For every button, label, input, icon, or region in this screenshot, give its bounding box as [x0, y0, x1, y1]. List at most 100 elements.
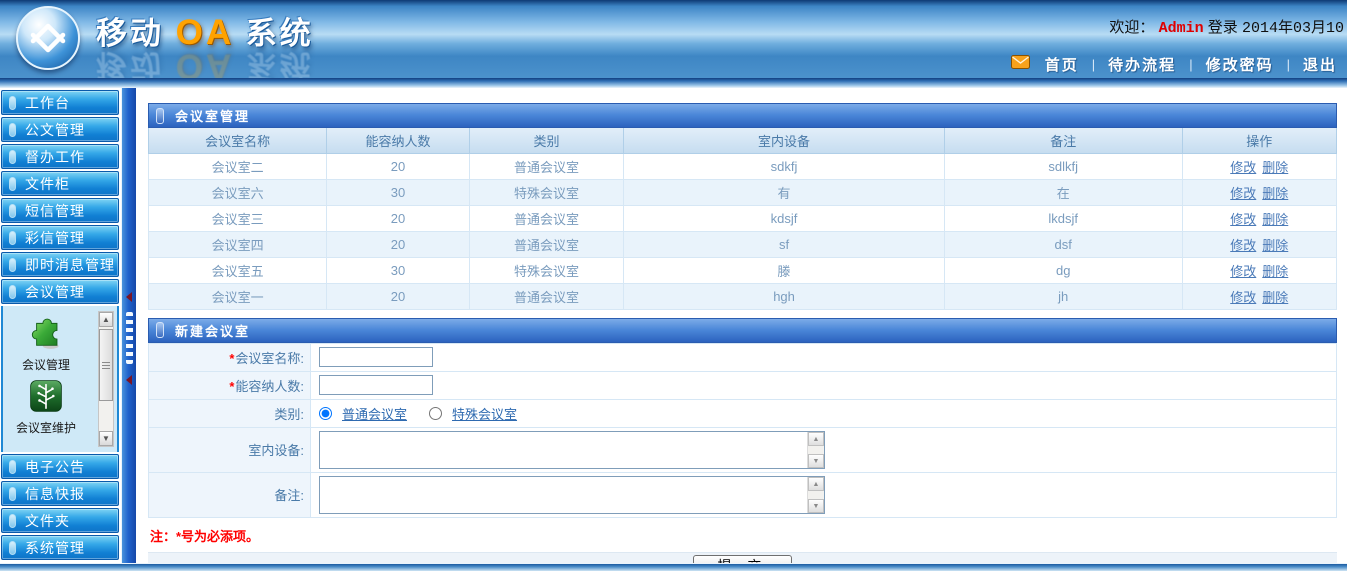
- room-name-cell: 会议室四: [149, 231, 327, 257]
- scroll-up-icon[interactable]: ▲: [808, 477, 824, 491]
- nav-item-pending-workflow[interactable]: 待办流程: [1108, 54, 1176, 75]
- equipment-cell: sf: [624, 231, 945, 257]
- sidebar-item-document-management[interactable]: 公文管理: [1, 117, 119, 142]
- scroll-up-icon[interactable]: ▲: [99, 312, 113, 327]
- remark-cell: 在: [944, 179, 1182, 205]
- type-cell: 特殊会议室: [469, 257, 623, 283]
- edit-link[interactable]: 修改: [1230, 186, 1256, 201]
- panel-title: 会议室管理: [175, 106, 250, 125]
- pill-icon: [9, 150, 16, 164]
- delete-link[interactable]: 删除: [1262, 186, 1288, 201]
- table-row: 会议室二20普通会议室sdkfjsdlkfj修改删除: [149, 153, 1337, 179]
- header-banner: 移动 OA 系统 移动 OA 系统 欢迎： Admin 登录 2014年03月1…: [0, 0, 1347, 78]
- special-room-radio-label[interactable]: 特殊会议室: [452, 404, 517, 423]
- form-row-capacity: *能容纳人数:: [149, 371, 1337, 399]
- remark-textarea[interactable]: [320, 477, 807, 513]
- sidebar-item-label: 系统管理: [25, 538, 85, 558]
- new-meeting-room-form: *会议室名称: *能容纳人数: 类别: 普通会议室 特殊会议室: [148, 343, 1337, 518]
- nav-item-logout[interactable]: 退出: [1303, 54, 1337, 75]
- delete-link[interactable]: 删除: [1262, 290, 1288, 305]
- type-cell: 普通会议室: [469, 153, 623, 179]
- welcome-prefix: 欢迎：: [1109, 19, 1154, 36]
- equipment-cell: 滕: [624, 257, 945, 283]
- sidebar-item-label: 公文管理: [25, 120, 85, 140]
- form-row-type: 类别: 普通会议室 特殊会议室: [149, 399, 1337, 427]
- collapse-arrow-icon[interactable]: [126, 292, 132, 302]
- form-row-remark: 备注: ▲ ▼: [149, 472, 1337, 517]
- sidebar-item-mms-management[interactable]: 彩信管理: [1, 225, 119, 250]
- type-cell: 普通会议室: [469, 205, 623, 231]
- new-meeting-room-panel: 新建会议室 *会议室名称: *能容纳人数: 类别: 普通: [148, 318, 1337, 571]
- equipment-cell: sdkfj: [624, 153, 945, 179]
- scrollbar-thumb[interactable]: [99, 329, 113, 401]
- sidebar-item-workbench[interactable]: 工作台: [1, 90, 119, 115]
- submenu-item-meeting-room-maintain[interactable]: 会议室维护: [3, 379, 89, 436]
- capacity-input[interactable]: [319, 375, 433, 395]
- meeting-room-name-input[interactable]: [319, 347, 433, 367]
- edit-link[interactable]: 修改: [1230, 212, 1256, 227]
- column-header: 能容纳人数: [327, 128, 470, 153]
- meeting-room-panel: 会议室管理 会议室名称 能容纳人数 类别 室内设备 备注 操作 会议室二20普通…: [148, 103, 1337, 310]
- type-cell: 普通会议室: [469, 283, 623, 309]
- nav-item-home[interactable]: 首页: [1045, 54, 1079, 75]
- sidebar-splitter[interactable]: [121, 88, 136, 563]
- edit-link[interactable]: 修改: [1230, 290, 1256, 305]
- equipment-cell: hgh: [624, 283, 945, 309]
- actions-cell: 修改删除: [1182, 257, 1336, 283]
- sidebar-top-group: 工作台公文管理督办工作文件柜短信管理彩信管理即时消息管理会议管理: [0, 90, 120, 304]
- name-label: *会议室名称:: [149, 343, 311, 371]
- submenu-scrollbar[interactable]: ▲ ▼: [98, 311, 114, 447]
- actions-cell: 修改删除: [1182, 205, 1336, 231]
- sidebar-item-info-express[interactable]: 信息快报: [1, 481, 119, 506]
- welcome-login: 登录: [1208, 19, 1238, 36]
- sidebar-item-system-management[interactable]: 系统管理: [1, 535, 119, 560]
- scroll-down-icon[interactable]: ▼: [808, 499, 824, 513]
- edit-link[interactable]: 修改: [1230, 160, 1256, 175]
- normal-room-radio-label[interactable]: 普通会议室: [342, 404, 407, 423]
- column-header: 室内设备: [624, 128, 945, 153]
- delete-link[interactable]: 删除: [1262, 238, 1288, 253]
- scroll-up-icon[interactable]: ▲: [808, 432, 824, 446]
- sidebar-item-e-announcement[interactable]: 电子公告: [1, 454, 119, 479]
- scroll-down-icon[interactable]: ▼: [808, 454, 824, 468]
- pill-icon: [9, 514, 16, 528]
- nav-item-change-password[interactable]: 修改密码: [1206, 54, 1274, 75]
- sidebar-item-folder[interactable]: 文件夹: [1, 508, 119, 533]
- delete-link[interactable]: 删除: [1262, 212, 1288, 227]
- textarea-scrollbar[interactable]: ▲ ▼: [807, 432, 824, 468]
- main-content: 会议室管理 会议室名称 能容纳人数 类别 室内设备 备注 操作 会议室二20普通…: [148, 103, 1337, 571]
- edit-link[interactable]: 修改: [1230, 264, 1256, 279]
- header-divider: [0, 78, 1347, 88]
- edit-link[interactable]: 修改: [1230, 238, 1256, 253]
- pill-icon: [9, 177, 16, 191]
- actions-cell: 修改删除: [1182, 179, 1336, 205]
- capacity-cell: 20: [327, 231, 470, 257]
- capacity-cell: 20: [327, 283, 470, 309]
- pill-icon: [9, 460, 16, 474]
- table-row: 会议室三20普通会议室kdsjflkdsjf修改删除: [149, 205, 1337, 231]
- sidebar-item-instant-message-management[interactable]: 即时消息管理: [1, 252, 119, 277]
- remark-cell: sdlkfj: [944, 153, 1182, 179]
- welcome-date: 2014年03月10: [1242, 20, 1344, 37]
- sidebar-item-supervision-work[interactable]: 督办工作: [1, 144, 119, 169]
- normal-room-radio[interactable]: [319, 407, 332, 420]
- footer-bar: [0, 563, 1347, 571]
- remark-cell: jh: [944, 283, 1182, 309]
- nav-separator: |: [1287, 57, 1290, 72]
- collapse-arrow-icon[interactable]: [126, 375, 132, 385]
- submenu-item-meeting-management[interactable]: 会议管理: [3, 314, 89, 373]
- remark-cell: dsf: [944, 231, 1182, 257]
- actions-cell: 修改删除: [1182, 153, 1336, 179]
- sidebar-item-file-cabinet[interactable]: 文件柜: [1, 171, 119, 196]
- sidebar-item-meeting-management[interactable]: 会议管理: [1, 279, 119, 304]
- special-room-radio[interactable]: [429, 407, 442, 420]
- meeting-room-table: 会议室名称 能容纳人数 类别 室内设备 备注 操作 会议室二20普通会议室sdk…: [148, 128, 1337, 310]
- sidebar-item-sms-management[interactable]: 短信管理: [1, 198, 119, 223]
- panel-title: 新建会议室: [175, 321, 250, 340]
- equipment-textarea[interactable]: [320, 432, 807, 468]
- nav-separator: |: [1189, 57, 1192, 72]
- scroll-down-icon[interactable]: ▼: [99, 431, 113, 446]
- delete-link[interactable]: 删除: [1262, 160, 1288, 175]
- textarea-scrollbar[interactable]: ▲ ▼: [807, 477, 824, 513]
- delete-link[interactable]: 删除: [1262, 264, 1288, 279]
